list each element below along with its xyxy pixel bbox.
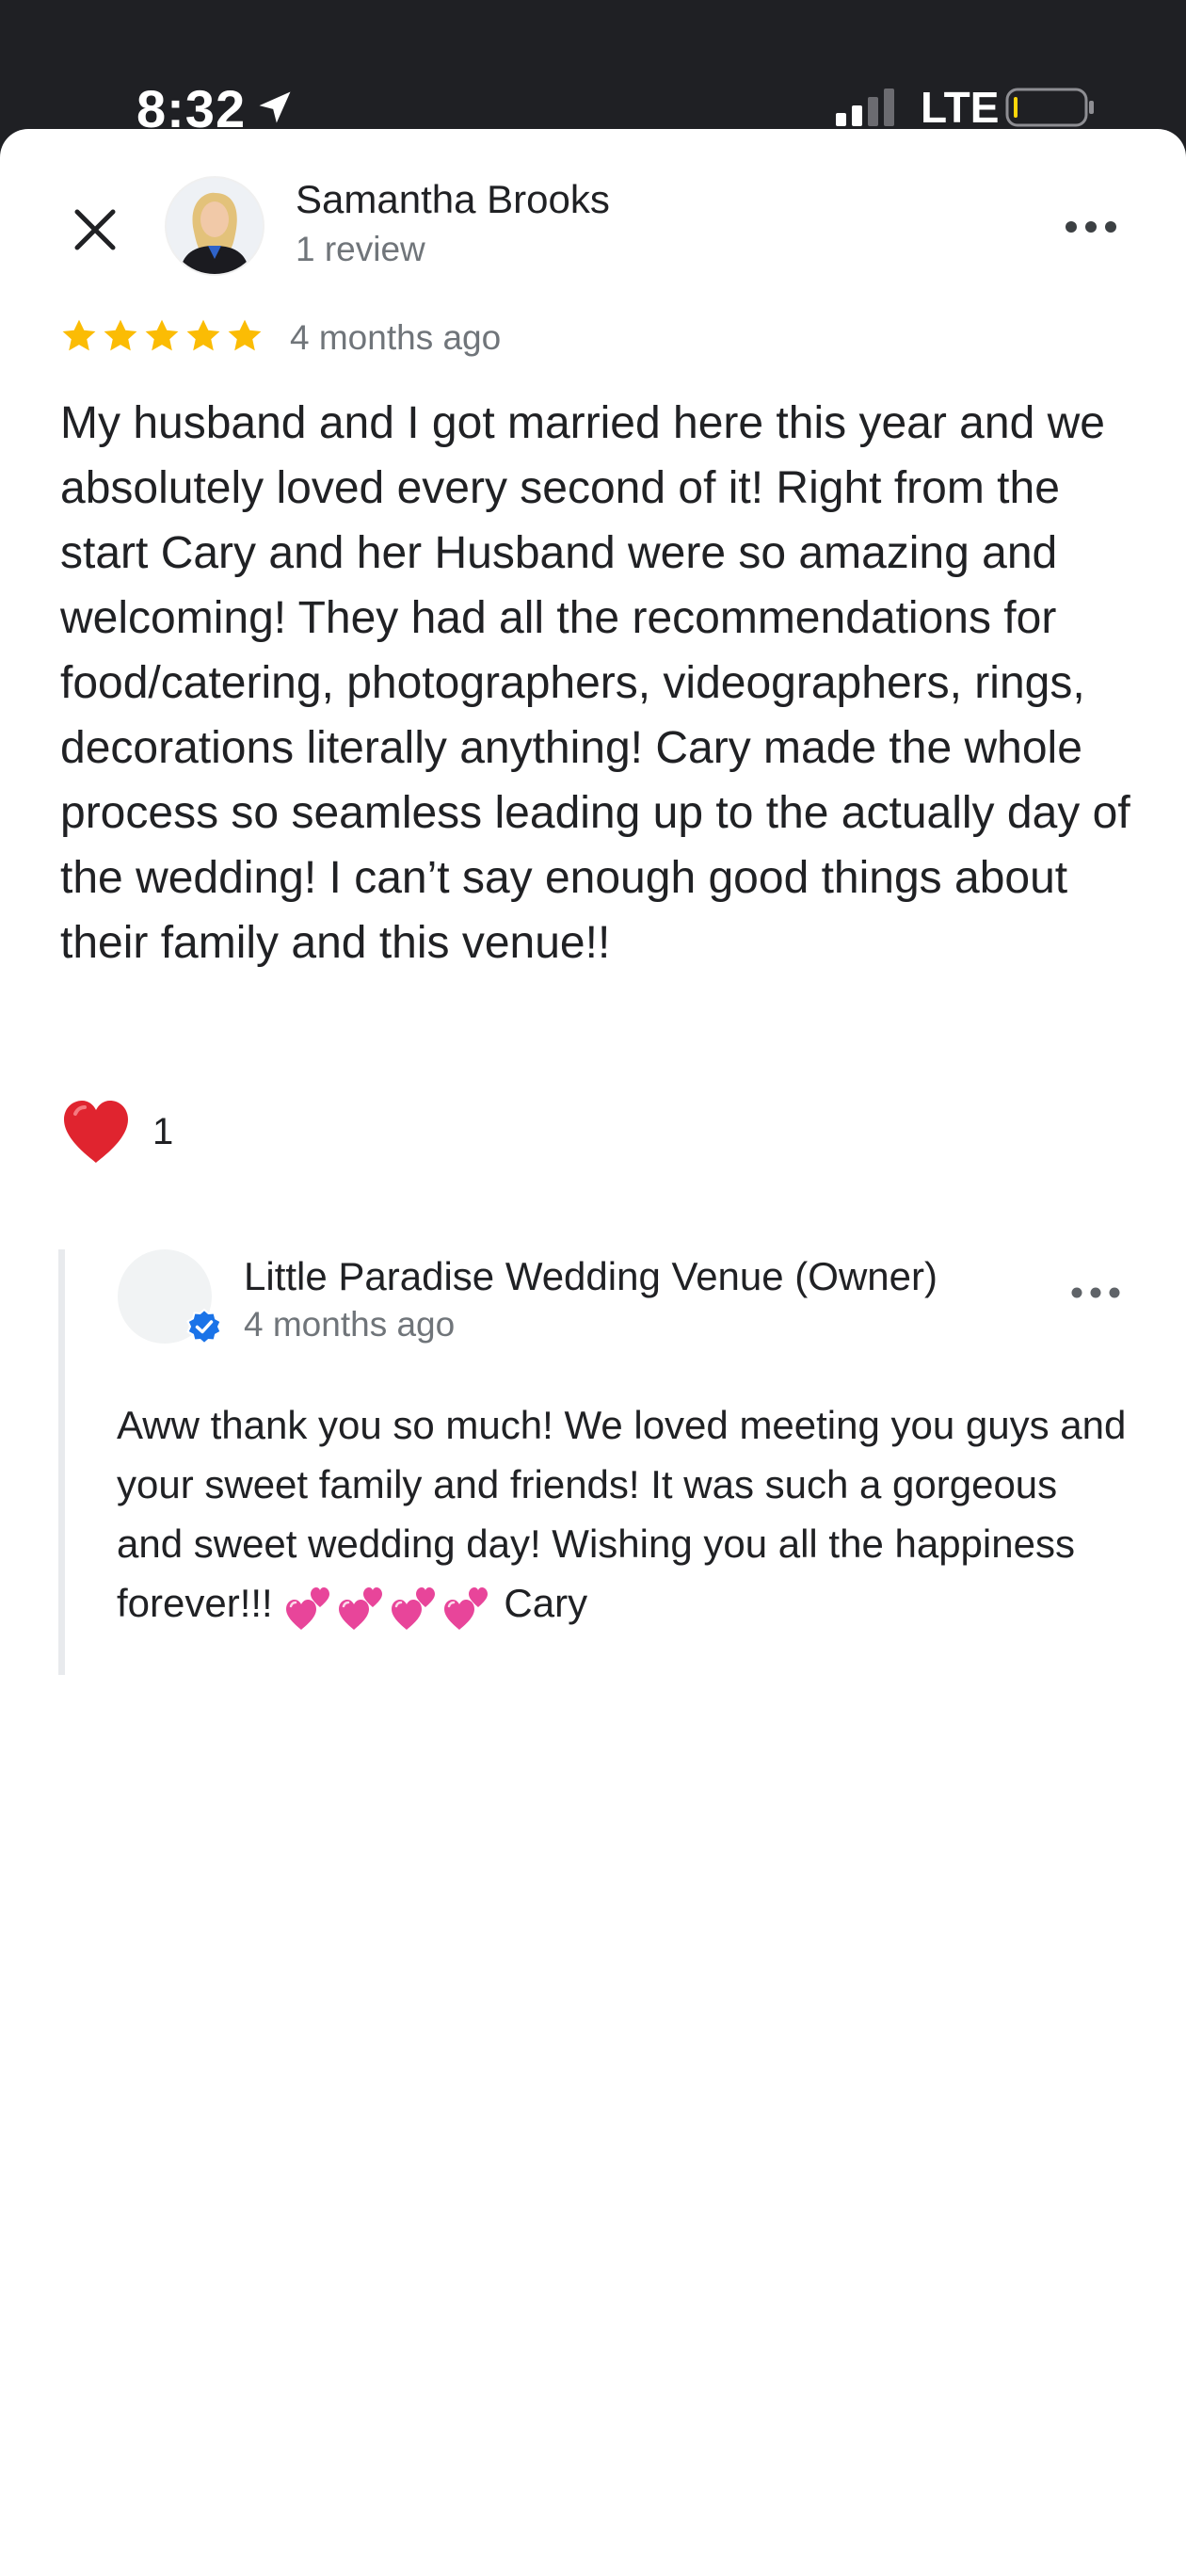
reply-body: Aww thank you so much! We loved meeting … <box>117 1403 1127 1625</box>
star-icon <box>145 319 179 351</box>
two-hearts-icon <box>443 1587 488 1631</box>
owner-reply-date: 4 months ago <box>244 1305 456 1344</box>
reply-more-options-button[interactable] <box>1065 1274 1127 1312</box>
star-icon <box>186 319 220 351</box>
review-text: My husband and I got married here this y… <box>60 398 1130 968</box>
network-label: LTE <box>921 83 1000 132</box>
two-hearts-icon <box>338 1587 382 1631</box>
review-date: 4 months ago <box>290 318 502 357</box>
location-arrow-icon <box>259 91 291 123</box>
status-bar: 8:32 LTE <box>0 0 1186 138</box>
owner-name: Little Paradise Wedding Venue (Owner) <box>244 1254 938 1298</box>
star-icon <box>104 319 137 351</box>
signal-strength-icon <box>836 89 894 126</box>
owner-reply: Little Paradise Wedding Venue (Owner) 4 … <box>58 1249 1138 1675</box>
more-horizontal-icon <box>1066 221 1116 233</box>
star-icon <box>62 319 96 351</box>
two-hearts-emoji-group <box>282 1576 493 1635</box>
close-icon <box>74 209 116 250</box>
more-options-button[interactable] <box>1060 208 1122 246</box>
star-icon <box>228 319 262 351</box>
battery-icon <box>1005 88 1094 127</box>
two-hearts-icon <box>285 1587 329 1631</box>
verified-badge-icon <box>186 1308 222 1345</box>
star-rating <box>58 315 265 361</box>
like-count: 1 <box>152 1111 174 1152</box>
more-horizontal-icon <box>1071 1287 1120 1298</box>
owner-reply-text: Aww thank you so much! We loved meeting … <box>117 1395 1133 1635</box>
reviewer-avatar[interactable] <box>165 176 264 276</box>
person-photo-icon <box>167 178 263 274</box>
close-button[interactable] <box>62 197 128 263</box>
reviewer-name[interactable]: Samantha Brooks <box>296 176 610 223</box>
review-count: 1 review <box>296 230 425 268</box>
reply-signature: Cary <box>504 1581 588 1625</box>
two-hearts-icon <box>391 1587 435 1631</box>
heart-icon[interactable] <box>58 1095 134 1170</box>
review-sheet: Samantha Brooks 1 review 4 months ago My… <box>0 129 1186 2576</box>
